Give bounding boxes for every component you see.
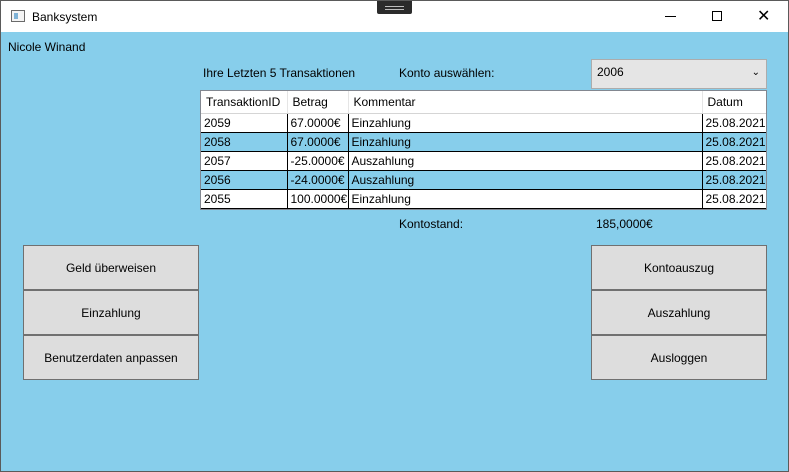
cell-kommentar[interactable]: Einzahlung (348, 189, 703, 209)
balance-label: Kontostand: (399, 217, 464, 231)
cell-betrag[interactable]: 67.0000€ (287, 113, 349, 133)
window-title: Banksystem (32, 10, 98, 24)
app-icon (11, 10, 25, 22)
cell-datum[interactable]: 25.08.2021 (702, 151, 766, 171)
cell-betrag[interactable]: 100.0000€ (287, 189, 349, 209)
column-header-kommentar[interactable]: Kommentar (348, 91, 703, 114)
column-header-datum[interactable]: Datum (702, 91, 766, 114)
cell-transaktionid[interactable]: 2055 (201, 189, 288, 209)
cell-datum[interactable]: 25.08.2021 (702, 113, 766, 133)
cell-kommentar[interactable]: Auszahlung (348, 151, 703, 171)
account-select[interactable]: 2006 ⌄ (591, 59, 767, 89)
chevron-down-icon: ⌄ (751, 67, 760, 78)
column-header-transaktionid[interactable]: TransaktionID (201, 91, 288, 114)
table-header-row: TransaktionID Betrag Kommentar Datum (201, 91, 766, 114)
user-name: Nicole Winand (8, 40, 86, 54)
cell-kommentar[interactable]: Einzahlung (348, 132, 703, 152)
cell-betrag[interactable]: 67.0000€ (287, 132, 349, 152)
cell-transaktionid[interactable]: 2058 (201, 132, 288, 152)
balance-value: 185,0000€ (596, 217, 653, 231)
cell-kommentar[interactable]: Auszahlung (348, 170, 703, 190)
transactions-table[interactable]: TransaktionID Betrag Kommentar Datum 205… (200, 90, 767, 210)
table-row[interactable]: 2055 100.0000€ Einzahlung 25.08.2021 (201, 189, 766, 209)
cell-datum[interactable]: 25.08.2021 (702, 132, 766, 152)
close-button[interactable]: ✕ (741, 1, 787, 32)
title-bar[interactable]: Banksystem ✕ (1, 1, 788, 32)
cell-betrag[interactable]: -25.0000€ (287, 151, 349, 171)
select-account-label: Konto auswählen: (399, 66, 495, 80)
minimize-icon (665, 16, 676, 17)
table-row[interactable]: 2057 -25.0000€ Auszahlung 25.08.2021 (201, 151, 766, 171)
cell-transaktionid[interactable]: 2056 (201, 170, 288, 190)
logout-button[interactable]: Ausloggen (591, 335, 767, 380)
last-transactions-label: Ihre Letzten 5 Transaktionen (203, 66, 356, 80)
deposit-button[interactable]: Einzahlung (23, 290, 199, 335)
table-row[interactable]: 2059 67.0000€ Einzahlung 25.08.2021 (201, 113, 766, 133)
cell-transaktionid[interactable]: 2059 (201, 113, 288, 133)
cell-betrag[interactable]: -24.0000€ (287, 170, 349, 190)
withdraw-button[interactable]: Auszahlung (591, 290, 767, 335)
cell-datum[interactable]: 25.08.2021 (702, 170, 766, 190)
cell-kommentar[interactable]: Einzahlung (348, 113, 703, 133)
drag-handle-icon[interactable] (377, 1, 412, 14)
maximize-icon (712, 11, 722, 21)
column-header-betrag[interactable]: Betrag (287, 91, 349, 114)
maximize-button[interactable] (694, 1, 740, 32)
table-row[interactable]: 2058 67.0000€ Einzahlung 25.08.2021 (201, 132, 766, 152)
close-icon: ✕ (757, 6, 771, 25)
account-select-value: 2006 (597, 65, 624, 79)
cell-datum[interactable]: 25.08.2021 (702, 189, 766, 209)
transfer-money-button[interactable]: Geld überweisen (23, 245, 199, 290)
table-row[interactable]: 2056 -24.0000€ Auszahlung 25.08.2021 (201, 170, 766, 190)
main-window: Banksystem ✕ Nicole Winand Ihre Letzten … (0, 0, 789, 472)
minimize-button[interactable] (648, 1, 694, 32)
account-statement-button[interactable]: Kontoauszug (591, 245, 767, 290)
edit-user-data-button[interactable]: Benutzerdaten anpassen (23, 335, 199, 380)
cell-transaktionid[interactable]: 2057 (201, 151, 288, 171)
